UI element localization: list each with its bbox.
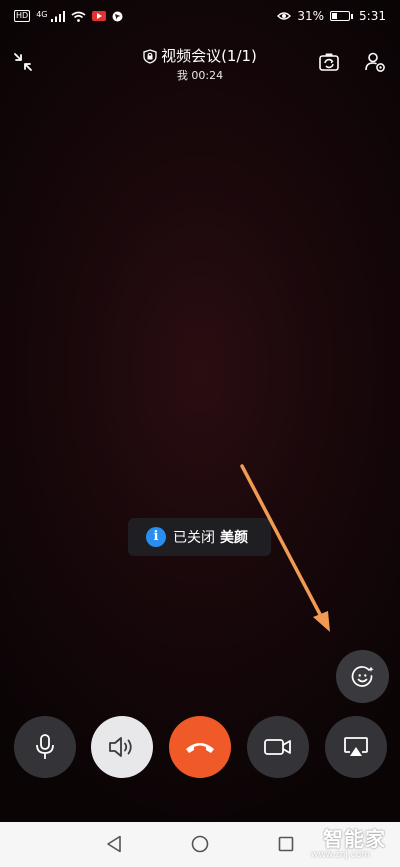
watermark-url: www.znj.com — [310, 850, 370, 860]
video-call-screen: HD 4G 31% 5:31 视频会议(1/1) 我 00:24 i 已关闭 美… — [0, 0, 400, 822]
beauty-face-icon — [351, 665, 374, 687]
annotation-arrow — [240, 464, 330, 632]
screen-share-button[interactable] — [325, 716, 387, 778]
video-camera-icon — [264, 739, 291, 755]
speaker-icon — [109, 737, 132, 757]
watermark-logo: 智能家 — [323, 827, 386, 851]
hangup-button[interactable] — [169, 716, 231, 778]
home-icon[interactable] — [191, 835, 209, 853]
mic-button[interactable] — [14, 716, 76, 778]
camera-button[interactable] — [247, 716, 309, 778]
beauty-filter-button[interactable] — [336, 650, 389, 703]
recent-apps-icon[interactable] — [278, 836, 294, 852]
screen-share-icon — [344, 737, 368, 756]
back-icon[interactable] — [106, 835, 122, 853]
speaker-button[interactable] — [91, 716, 153, 778]
hangup-icon — [186, 743, 214, 753]
microphone-icon — [36, 734, 54, 759]
